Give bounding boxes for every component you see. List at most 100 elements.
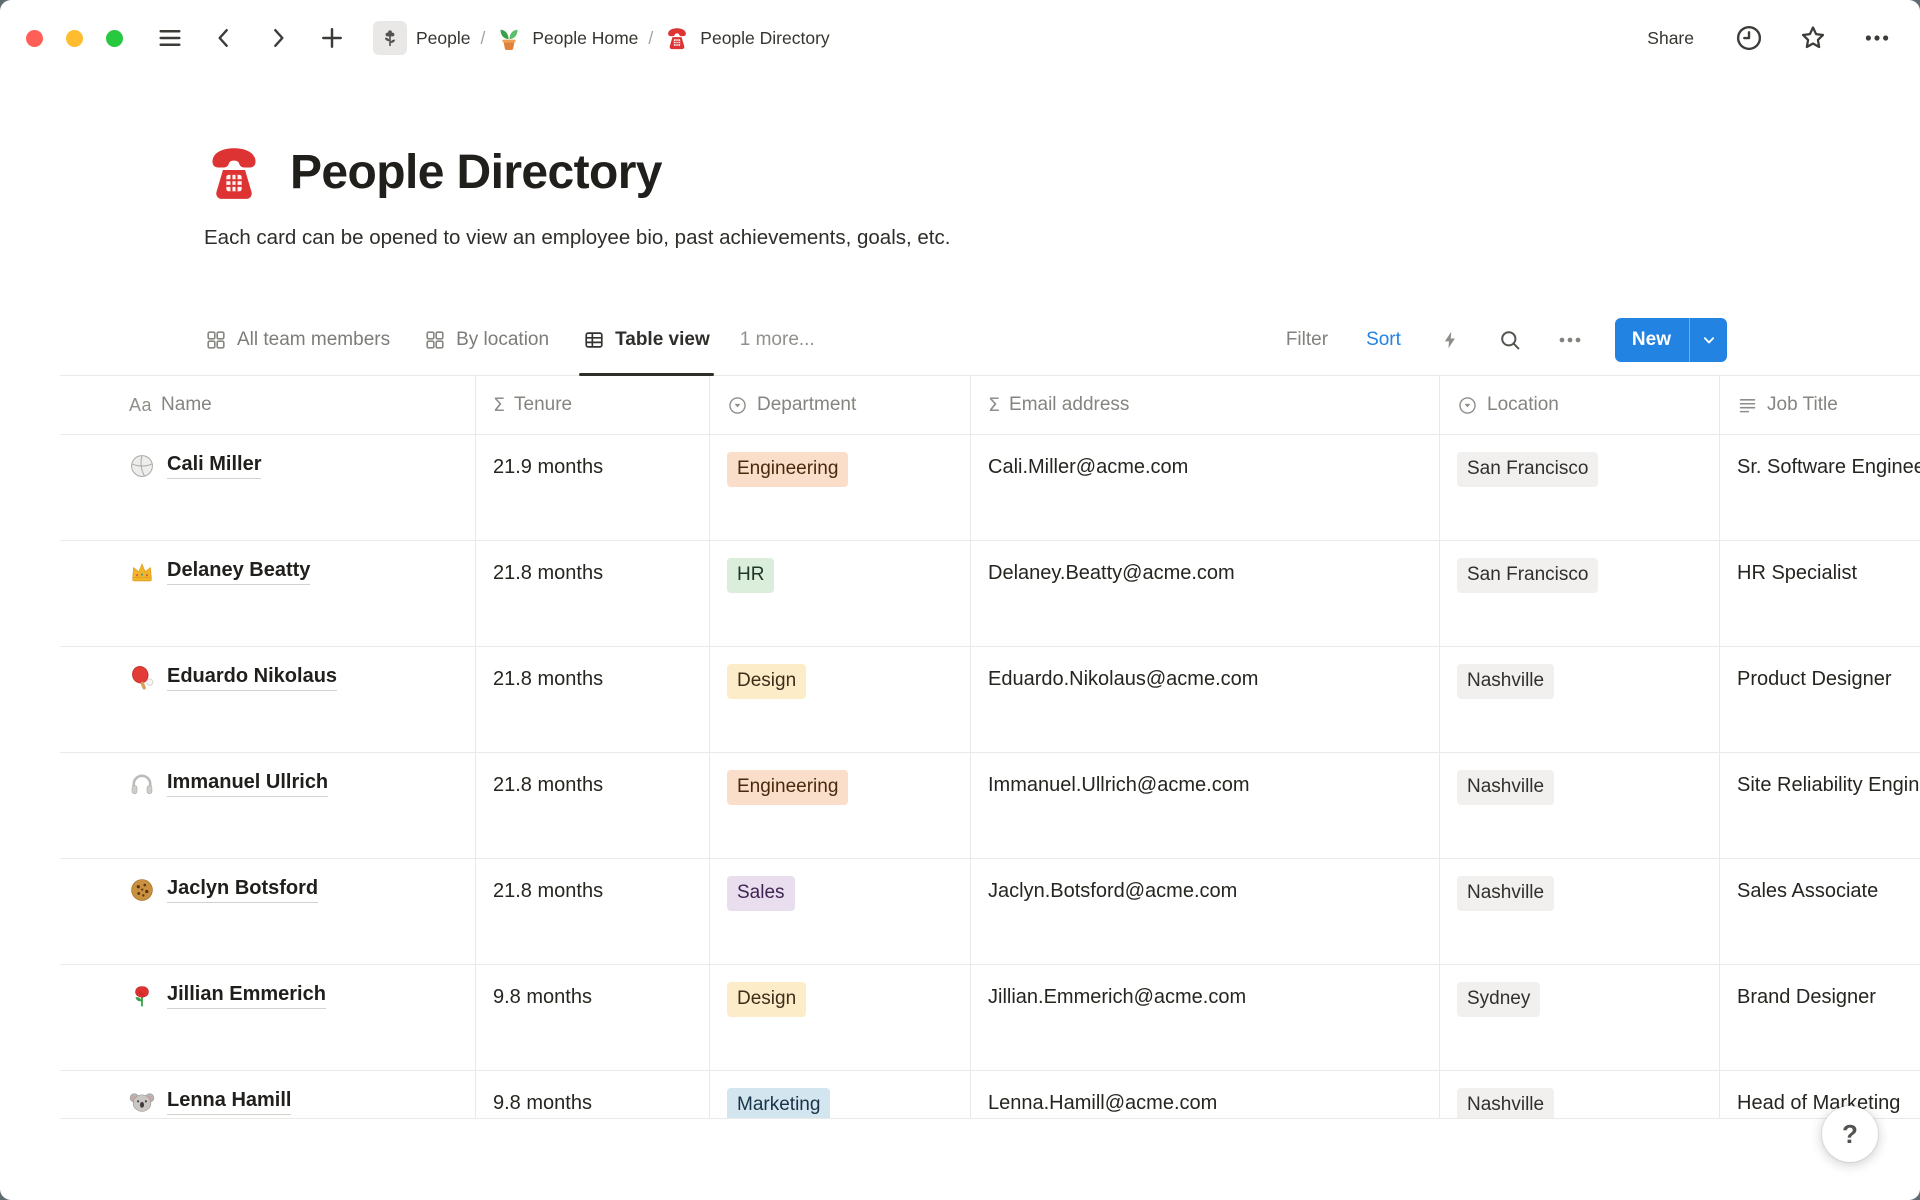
- location-cell[interactable]: Sydney: [1439, 965, 1719, 1071]
- email-cell[interactable]: Cali.Miller@acme.com: [970, 435, 1439, 541]
- department-cell[interactable]: Engineering: [709, 753, 970, 859]
- job-title-cell[interactable]: Site Reliability Engineer: [1719, 753, 1920, 859]
- tenure-cell[interactable]: 21.8 months: [475, 753, 709, 859]
- department-cell[interactable]: Design: [709, 647, 970, 753]
- name-cell[interactable]: Jaclyn Botsford: [60, 859, 475, 965]
- location-tag: Nashville: [1457, 664, 1554, 699]
- minimize-window-button[interactable]: [66, 30, 83, 47]
- email-cell[interactable]: Lenna.Hamill@acme.com: [970, 1071, 1439, 1119]
- job-title-value: Site Reliability Engineer: [1737, 774, 1920, 796]
- breadcrumb-label: People Home: [532, 28, 638, 49]
- search-icon[interactable]: [1495, 325, 1525, 355]
- red-telephone-icon: [663, 24, 691, 52]
- location-cell[interactable]: Nashville: [1439, 859, 1719, 965]
- automations-bolt-icon[interactable]: [1435, 325, 1465, 355]
- tenure-cell[interactable]: 9.8 months: [475, 1071, 709, 1119]
- email-value: Lenna.Hamill@acme.com: [988, 1092, 1217, 1114]
- new-page-icon[interactable]: [317, 23, 347, 53]
- person-name[interactable]: Lenna Hamill: [167, 1089, 291, 1115]
- favorite-star-icon[interactable]: [1798, 23, 1828, 53]
- name-cell[interactable]: Lenna Hamill: [60, 1071, 475, 1119]
- topbar-nav: [155, 23, 347, 53]
- person-name[interactable]: Delaney Beatty: [167, 559, 310, 585]
- email-cell[interactable]: Jaclyn.Botsford@acme.com: [970, 859, 1439, 965]
- location-cell[interactable]: Nashville: [1439, 753, 1719, 859]
- history-clock-icon[interactable]: [1734, 23, 1764, 53]
- person-name[interactable]: Eduardo Nikolaus: [167, 665, 337, 691]
- department-tag: Marketing: [727, 1088, 830, 1119]
- tab-label: By location: [456, 329, 549, 351]
- new-button[interactable]: New: [1615, 318, 1727, 362]
- close-window-button[interactable]: [26, 30, 43, 47]
- tenure-value: 21.9 months: [493, 456, 603, 478]
- location-cell[interactable]: Nashville: [1439, 1071, 1719, 1119]
- table-view-icon: [583, 329, 605, 351]
- breadcrumb-item-people-directory[interactable]: People Directory: [655, 20, 837, 56]
- new-button-label[interactable]: New: [1615, 318, 1689, 362]
- forward-icon[interactable]: [263, 23, 293, 53]
- location-cell[interactable]: San Francisco: [1439, 435, 1719, 541]
- person-name[interactable]: Cali Miller: [167, 453, 261, 479]
- location-cell[interactable]: Nashville: [1439, 647, 1719, 753]
- zoom-window-button[interactable]: [106, 30, 123, 47]
- job-title-cell[interactable]: HR Specialist: [1719, 541, 1920, 647]
- job-title-cell[interactable]: Sales Associate: [1719, 859, 1920, 965]
- department-cell[interactable]: Engineering: [709, 435, 970, 541]
- department-cell[interactable]: Marketing: [709, 1071, 970, 1119]
- more-views-button[interactable]: 1 more...: [740, 329, 815, 351]
- tenure-cell[interactable]: 9.8 months: [475, 965, 709, 1071]
- more-options-icon[interactable]: [1862, 23, 1892, 53]
- job-title-cell[interactable]: Product Designer: [1719, 647, 1920, 753]
- tenure-cell[interactable]: 21.9 months: [475, 435, 709, 541]
- location-cell[interactable]: San Francisco: [1439, 541, 1719, 647]
- breadcrumb-item-people-home[interactable]: People Home: [487, 20, 646, 56]
- name-cell[interactable]: Cali Miller: [60, 435, 475, 541]
- email-cell[interactable]: Jillian.Emmerich@acme.com: [970, 965, 1439, 1071]
- potted-plant-icon: [495, 24, 523, 52]
- email-value: Immanuel.Ullrich@acme.com: [988, 774, 1249, 796]
- column-header-email[interactable]: Σ Email address: [970, 376, 1439, 435]
- share-button[interactable]: Share: [1641, 24, 1700, 53]
- name-cell[interactable]: Delaney Beatty: [60, 541, 475, 647]
- chevron-down-icon[interactable]: [1690, 318, 1727, 362]
- column-header-job-title[interactable]: Job Title: [1719, 376, 1920, 435]
- help-button[interactable]: ?: [1822, 1106, 1878, 1162]
- tab-all-team-members[interactable]: All team members: [205, 304, 390, 375]
- column-label: Tenure: [514, 394, 572, 416]
- column-label: Location: [1487, 394, 1559, 416]
- department-cell[interactable]: Sales: [709, 859, 970, 965]
- filter-button[interactable]: Filter: [1282, 326, 1332, 354]
- person-name[interactable]: Immanuel Ullrich: [167, 771, 328, 797]
- column-header-name[interactable]: Aa Name: [60, 376, 475, 435]
- tab-by-location[interactable]: By location: [424, 304, 549, 375]
- email-cell[interactable]: Eduardo.Nikolaus@acme.com: [970, 647, 1439, 753]
- tenure-cell[interactable]: 21.8 months: [475, 859, 709, 965]
- tenure-cell[interactable]: 21.8 months: [475, 647, 709, 753]
- name-cell[interactable]: Immanuel Ullrich: [60, 753, 475, 859]
- job-title-cell[interactable]: Sr. Software Engineer: [1719, 435, 1920, 541]
- view-options-icon[interactable]: [1555, 325, 1585, 355]
- job-title-cell[interactable]: Head of Marketing: [1719, 1071, 1920, 1119]
- name-cell[interactable]: Eduardo Nikolaus: [60, 647, 475, 753]
- email-cell[interactable]: Delaney.Beatty@acme.com: [970, 541, 1439, 647]
- department-tag: Design: [727, 664, 806, 699]
- job-title-cell[interactable]: Brand Designer: [1719, 965, 1920, 1071]
- back-icon[interactable]: [209, 23, 239, 53]
- tenure-cell[interactable]: 21.8 months: [475, 541, 709, 647]
- red-telephone-page-icon[interactable]: [200, 138, 268, 206]
- app-window: People / People Home / People Directory …: [0, 0, 1920, 1200]
- person-name[interactable]: Jillian Emmerich: [167, 983, 326, 1009]
- department-cell[interactable]: Design: [709, 965, 970, 1071]
- sort-button[interactable]: Sort: [1362, 326, 1405, 354]
- department-cell[interactable]: HR: [709, 541, 970, 647]
- column-header-tenure[interactable]: Σ Tenure: [475, 376, 709, 435]
- person-name[interactable]: Jaclyn Botsford: [167, 877, 318, 903]
- column-header-location[interactable]: Location: [1439, 376, 1719, 435]
- email-value: Jaclyn.Botsford@acme.com: [988, 880, 1237, 902]
- name-cell[interactable]: Jillian Emmerich: [60, 965, 475, 1071]
- tab-table-view[interactable]: Table view: [583, 304, 710, 375]
- email-cell[interactable]: Immanuel.Ullrich@acme.com: [970, 753, 1439, 859]
- sidebar-menu-icon[interactable]: [155, 23, 185, 53]
- breadcrumb-item-people[interactable]: People: [365, 17, 479, 59]
- column-header-department[interactable]: Department: [709, 376, 970, 435]
